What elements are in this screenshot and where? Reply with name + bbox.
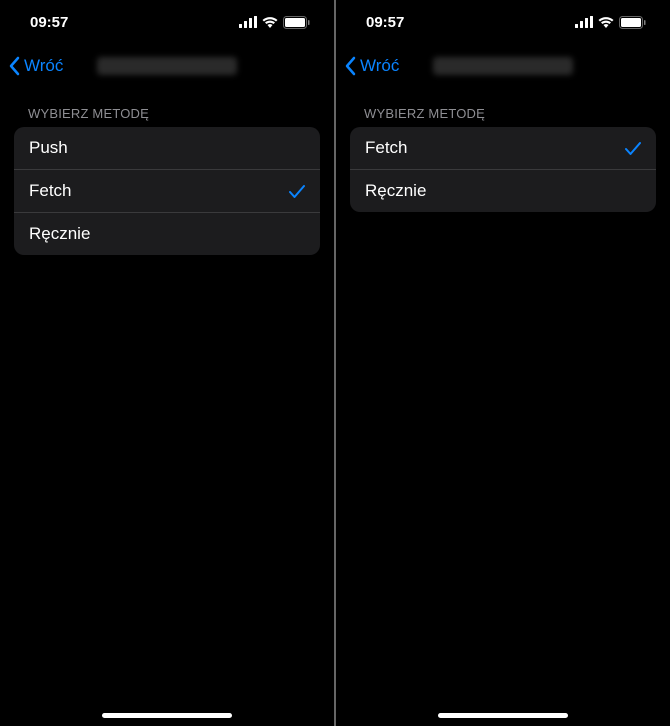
back-label: Wróć: [24, 56, 63, 76]
back-button[interactable]: Wróć: [344, 56, 399, 76]
method-option-manual[interactable]: Ręcznie: [14, 213, 320, 255]
status-bar: 09:57: [0, 0, 334, 44]
chevron-left-icon: [8, 56, 20, 76]
status-indicators: [575, 16, 646, 29]
checkmark-icon: [289, 184, 305, 199]
status-bar: 09:57: [336, 0, 670, 44]
method-option-fetch[interactable]: Fetch: [14, 170, 320, 213]
cellular-icon: [575, 16, 593, 28]
option-label: Fetch: [365, 138, 408, 158]
back-label: Wróć: [360, 56, 399, 76]
option-label: Ręcznie: [29, 224, 90, 244]
method-option-fetch[interactable]: Fetch: [350, 127, 656, 170]
nav-title-redacted: [97, 57, 237, 75]
status-time: 09:57: [30, 14, 68, 31]
cellular-icon: [239, 16, 257, 28]
checkmark-icon: [625, 141, 641, 156]
method-option-manual[interactable]: Ręcznie: [350, 170, 656, 212]
home-indicator[interactable]: [102, 713, 232, 718]
section-header: WYBIERZ METODĘ: [336, 88, 670, 127]
battery-icon: [283, 16, 310, 29]
phone-right: 09:57 Wróć WYBIERZ METODĘ Fetch: [336, 0, 670, 726]
option-label: Ręcznie: [365, 181, 426, 201]
status-time: 09:57: [366, 14, 404, 31]
method-list: Push Fetch Ręcznie: [14, 127, 320, 255]
home-indicator[interactable]: [438, 713, 568, 718]
nav-title-redacted: [433, 57, 573, 75]
wifi-icon: [262, 16, 278, 28]
phone-left: 09:57 Wróć WYBIERZ METODĘ Push Fetch: [0, 0, 334, 726]
nav-bar: Wróć: [336, 44, 670, 88]
option-label: Fetch: [29, 181, 72, 201]
option-label: Push: [29, 138, 68, 158]
nav-bar: Wróć: [0, 44, 334, 88]
method-list: Fetch Ręcznie: [350, 127, 656, 212]
back-button[interactable]: Wróć: [8, 56, 63, 76]
status-indicators: [239, 16, 310, 29]
battery-icon: [619, 16, 646, 29]
wifi-icon: [598, 16, 614, 28]
section-header: WYBIERZ METODĘ: [0, 88, 334, 127]
chevron-left-icon: [344, 56, 356, 76]
method-option-push[interactable]: Push: [14, 127, 320, 170]
